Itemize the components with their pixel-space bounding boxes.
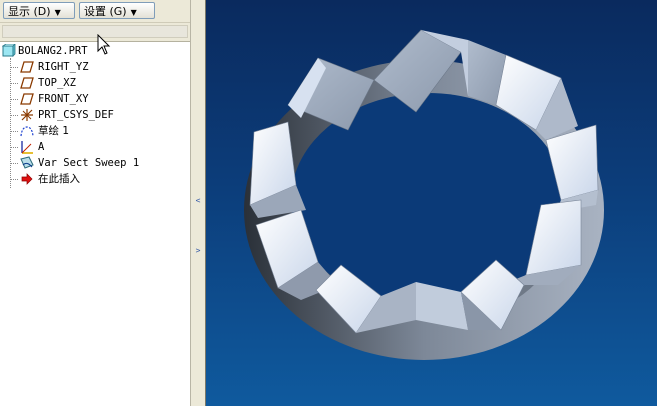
settings-menu-button[interactable]: 设置 (G) ▼ bbox=[79, 2, 155, 19]
tree-item-root[interactable]: BOLANG2.PRT bbox=[0, 43, 190, 59]
collapse-right-icon[interactable]: > bbox=[195, 245, 201, 256]
sweep-feature-icon bbox=[20, 156, 34, 170]
chevron-down-icon: ▼ bbox=[54, 7, 61, 17]
tree-column-header bbox=[0, 22, 190, 42]
mouse-cursor-icon bbox=[97, 34, 111, 55]
tree-item-label: RIGHT_YZ bbox=[38, 61, 89, 73]
datum-plane-icon bbox=[20, 92, 34, 106]
tree-item-label: TOP_XZ bbox=[38, 77, 76, 89]
tree-item-top-xz[interactable]: TOP_XZ bbox=[0, 75, 190, 91]
model-tree-panel: 显示 (D) ▼ 设置 (G) ▼ BOLANG2.PRT RIGHT_YZ T… bbox=[0, 0, 195, 406]
gear-ring-model bbox=[244, 29, 604, 360]
panel-splitter[interactable]: < > bbox=[190, 0, 206, 406]
tree-connector bbox=[10, 99, 18, 100]
tree-connector bbox=[10, 163, 18, 164]
part-icon bbox=[1, 43, 16, 58]
tree-item-csys[interactable]: PRT_CSYS_DEF bbox=[0, 107, 190, 123]
tree-item-label: BOLANG2.PRT bbox=[18, 45, 88, 57]
tree-connector bbox=[10, 67, 18, 68]
model-tree: BOLANG2.PRT RIGHT_YZ TOP_XZ FRONT_XY PRT… bbox=[0, 42, 190, 406]
tree-connector bbox=[10, 179, 18, 180]
3d-graphics-viewport[interactable] bbox=[206, 0, 657, 406]
tree-item-insert-here[interactable]: 在此插入 bbox=[0, 171, 190, 187]
show-menu-button[interactable]: 显示 (D) ▼ bbox=[3, 2, 75, 19]
tree-item-front-xy[interactable]: FRONT_XY bbox=[0, 91, 190, 107]
sketch-icon bbox=[20, 124, 34, 138]
tree-item-label: 草绘 1 bbox=[38, 125, 70, 137]
tree-item-label: Var Sect Sweep 1 bbox=[38, 157, 140, 169]
insert-here-arrow-icon bbox=[20, 172, 34, 186]
show-menu-label: 显示 (D) bbox=[8, 5, 51, 18]
tree-item-axis[interactable]: A bbox=[0, 139, 190, 155]
tree-item-label: PRT_CSYS_DEF bbox=[38, 109, 114, 121]
tree-item-label: 在此插入 bbox=[38, 173, 80, 185]
collapse-left-icon[interactable]: < bbox=[195, 195, 201, 206]
tree-item-sketch[interactable]: 草绘 1 bbox=[0, 123, 190, 139]
coordinate-system-icon bbox=[20, 108, 34, 122]
tree-item-label: FRONT_XY bbox=[38, 93, 89, 105]
chevron-down-icon: ▼ bbox=[130, 7, 137, 17]
datum-plane-icon bbox=[20, 76, 34, 90]
tree-item-var-sect-sweep[interactable]: Var Sect Sweep 1 bbox=[0, 155, 190, 171]
settings-menu-label: 设置 (G) bbox=[84, 5, 127, 18]
model-tree-toolbar: 显示 (D) ▼ 设置 (G) ▼ bbox=[0, 0, 195, 22]
datum-axis-icon bbox=[20, 140, 34, 154]
tree-item-label: A bbox=[38, 141, 45, 153]
datum-plane-icon bbox=[20, 60, 34, 74]
tree-header-field[interactable] bbox=[2, 25, 188, 38]
tree-connector bbox=[10, 131, 18, 132]
tree-connector bbox=[10, 83, 18, 84]
tree-item-right-yz[interactable]: RIGHT_YZ bbox=[0, 59, 190, 75]
tree-connector bbox=[10, 115, 18, 116]
tree-connector bbox=[10, 147, 18, 148]
